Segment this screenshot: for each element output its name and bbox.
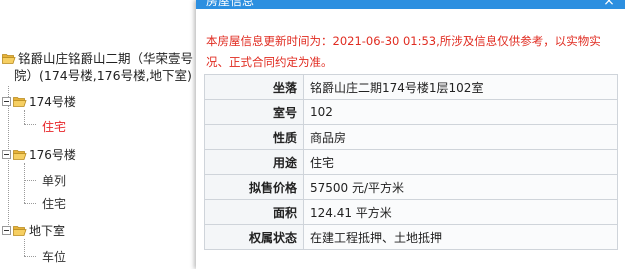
tree-group-label: 174号楼 xyxy=(29,95,76,109)
tree-connector xyxy=(24,110,25,124)
dialog-title: 房屋信息 xyxy=(206,0,255,8)
row-value-usage: 住宅 xyxy=(303,149,618,175)
update-notice: 本房屋信息更新时间为：2021-06-30 01:53,所涉及信息仅供参考，以实… xyxy=(206,34,601,69)
row-value-room-number: 102 xyxy=(303,99,618,125)
tree-connector xyxy=(24,124,36,125)
row-label-location: 坐落 xyxy=(204,74,304,100)
tree-connector xyxy=(24,180,36,181)
row-label-area: 面积 xyxy=(204,199,304,225)
row-label-price: 拟售价格 xyxy=(204,174,304,200)
tree-connector xyxy=(24,256,36,257)
tree-group-174[interactable]: 174号楼 xyxy=(2,94,76,110)
row-value-property-type: 商品房 xyxy=(303,124,618,150)
row-value-area: 124.41 平方米 xyxy=(303,199,618,225)
collapse-toggle-icon[interactable] xyxy=(2,97,11,106)
table-row: 面积 124.41 平方米 xyxy=(204,199,618,225)
collapse-toggle-icon[interactable] xyxy=(2,226,11,235)
tree-root-node[interactable]: 铭爵山庄铭爵山二期（华荣壹号 xyxy=(2,51,193,67)
tree-root-label-line2: 院）(174号楼,176号楼,地下室) xyxy=(14,68,192,83)
row-label-usage: 用途 xyxy=(204,149,304,175)
table-row: 性质 商品房 xyxy=(204,124,618,150)
house-info-dialog: 房屋信息 × 本房屋信息更新时间为：2021-06-30 01:53,所涉及信息… xyxy=(196,0,625,269)
dialog-titlebar[interactable]: 房屋信息 × xyxy=(196,0,625,9)
tree-group-176[interactable]: 176号楼 xyxy=(2,147,76,163)
close-icon[interactable]: × xyxy=(603,0,615,8)
tree-connector xyxy=(24,163,25,203)
folder-open-icon xyxy=(2,54,16,64)
row-label-ownership-status: 权属状态 xyxy=(204,224,304,250)
row-value-ownership-status: 在建工程抵押、土地抵押 xyxy=(303,224,618,250)
table-row: 坐落 铭爵山庄二期174号楼1层102室 xyxy=(204,74,618,100)
property-tree: 铭爵山庄铭爵山二期（华荣壹号 院）(174号楼,176号楼,地下室) 174号楼… xyxy=(0,0,196,269)
tree-group-basement[interactable]: 地下室 xyxy=(2,223,65,239)
folder-open-icon xyxy=(13,97,27,107)
row-label-property-type: 性质 xyxy=(204,124,304,150)
tree-connector xyxy=(24,203,36,204)
tree-group-label: 地下室 xyxy=(29,224,66,238)
table-row: 权属状态 在建工程抵押、土地抵押 xyxy=(204,224,618,250)
folder-open-icon xyxy=(13,150,27,160)
house-info-table: 坐落 铭爵山庄二期174号楼1层102室 室号 102 性质 商品房 用途 住宅… xyxy=(204,74,618,250)
tree-connector xyxy=(24,239,25,256)
table-row: 拟售价格 57500 元/平方米 xyxy=(204,174,618,200)
table-row: 室号 102 xyxy=(204,99,618,125)
tree-leaf-residence-174[interactable]: 住宅 xyxy=(42,119,66,135)
table-row: 用途 住宅 xyxy=(204,149,618,175)
tree-leaf-residence-176[interactable]: 住宅 xyxy=(42,196,66,212)
folder-open-icon xyxy=(13,226,27,236)
tree-leaf-single-176[interactable]: 单列 xyxy=(42,173,66,189)
row-value-location: 铭爵山庄二期174号楼1层102室 xyxy=(303,74,618,100)
tree-root-label-line1: 铭爵山庄铭爵山二期（华荣壹号 xyxy=(18,51,194,66)
collapse-toggle-icon[interactable] xyxy=(2,150,11,159)
tree-group-label: 176号楼 xyxy=(29,148,76,162)
tree-leaf-parking-basement[interactable]: 车位 xyxy=(42,249,66,265)
row-value-price: 57500 元/平方米 xyxy=(303,174,618,200)
row-label-room-number: 室号 xyxy=(204,99,304,125)
